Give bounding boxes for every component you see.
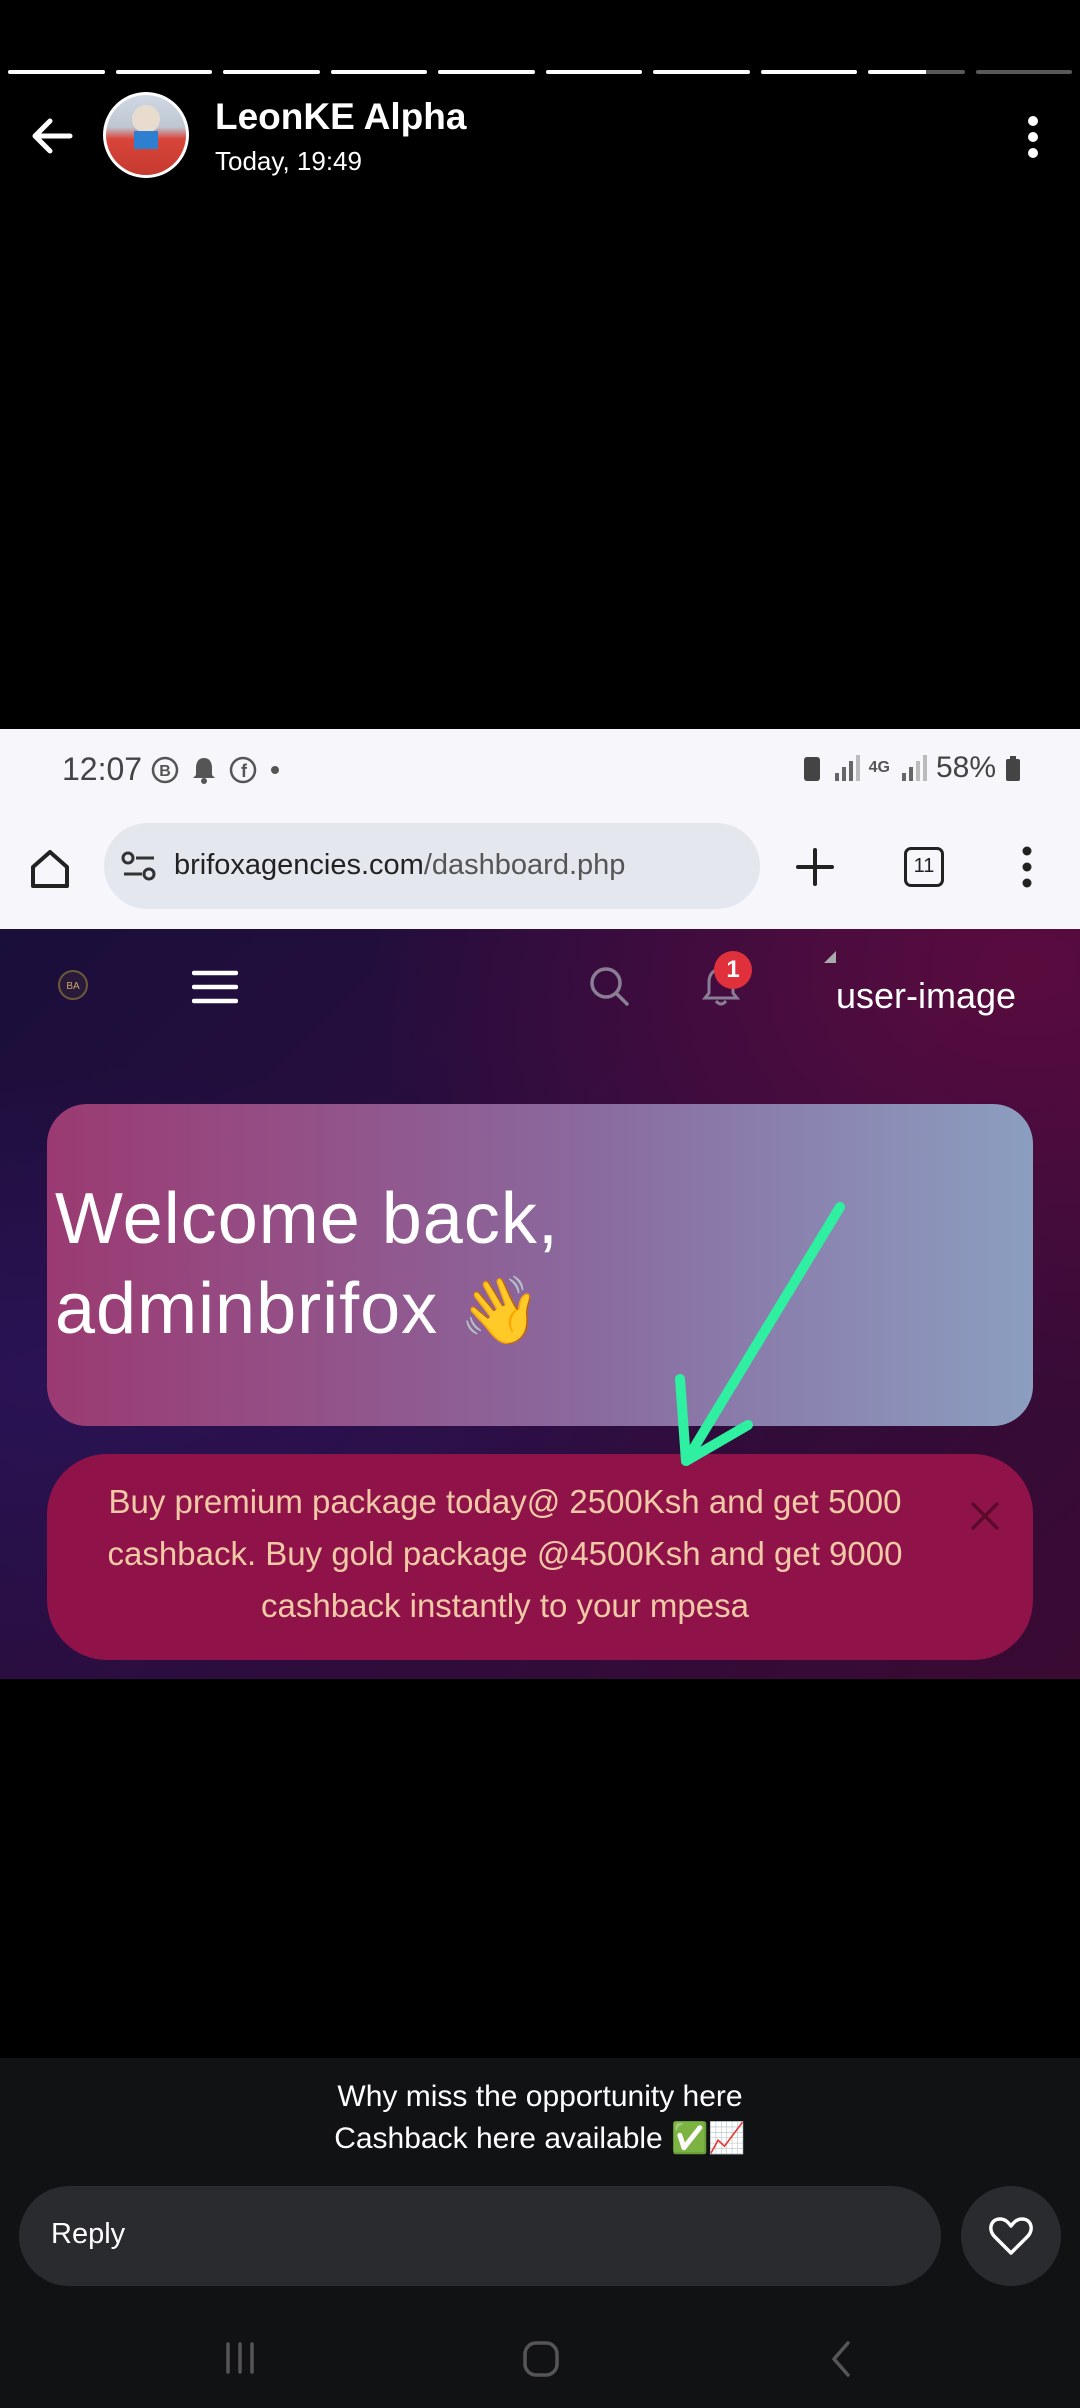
status-time: 12:07 — [62, 751, 143, 787]
author-avatar[interactable] — [103, 92, 189, 178]
story-progress-fill — [115, 70, 212, 74]
story-progress-fill — [653, 70, 750, 74]
story-progress-segment — [545, 70, 642, 74]
url-domain: brifoxagencies.com — [174, 849, 424, 881]
welcome-username: adminbrifox — [55, 1269, 439, 1349]
like-button[interactable] — [961, 2186, 1061, 2286]
heart-icon — [989, 2217, 1033, 2255]
story-progress-fill — [330, 70, 427, 74]
story-progress-fill — [223, 70, 320, 74]
new-tab-button[interactable] — [795, 847, 835, 892]
recents-button[interactable] — [222, 2340, 258, 2381]
home-button[interactable] — [28, 847, 72, 896]
dashboard-page: BA 1 user-image Welcome back, adminbrifo… — [0, 929, 1080, 1679]
back-nav-button[interactable] — [826, 2340, 856, 2383]
status-bar: 12:07 B f 4G 58% — [0, 729, 1080, 809]
story-progress-fill — [868, 70, 926, 74]
story-progress-segment — [760, 70, 857, 74]
notification-badge: 1 — [714, 951, 752, 989]
arrow-left-icon — [32, 118, 73, 154]
tab-count: 11 — [913, 855, 935, 877]
promo-text: Buy premium package today@ 2500Ksh and g… — [107, 1483, 903, 1624]
bell-icon — [193, 758, 215, 784]
search-icon — [590, 967, 629, 1006]
story-progress-bar — [8, 70, 1072, 74]
close-icon — [971, 1502, 999, 1530]
story-progress-segment — [975, 70, 1072, 74]
story-progress-segment — [868, 70, 965, 74]
search-button[interactable] — [588, 965, 630, 1012]
url-text: brifoxagencies.com/dashboard.php — [174, 849, 625, 882]
home-icon — [31, 850, 69, 888]
welcome-card: Welcome back, adminbrifox 👋 — [47, 1104, 1033, 1426]
url-path: /dashboard.php — [423, 849, 626, 881]
address-bar[interactable]: brifoxagencies.com/dashboard.php — [104, 823, 760, 909]
caption-line-1: Why miss the opportunity here — [337, 2080, 743, 2113]
hamburger-icon — [191, 970, 239, 1004]
story-media-screenshot: 12:07 B f 4G 58% brifoxagencies.com/dash… — [0, 729, 1080, 1679]
story-progress-segment — [330, 70, 427, 74]
recents-icon — [226, 2342, 254, 2374]
reply-placeholder: Reply — [51, 2218, 126, 2250]
story-timestamp: Today, 19:49 — [215, 146, 362, 176]
promo-alert: Buy premium package today@ 2500Ksh and g… — [47, 1454, 1033, 1660]
svg-text:B: B — [159, 763, 171, 780]
promo-close-button[interactable] — [963, 1494, 1007, 1538]
story-progress-segment — [8, 70, 105, 74]
wave-emoji: 👋 — [459, 1273, 543, 1347]
signal-2-icon — [901, 755, 927, 781]
story-progress-segment — [653, 70, 750, 74]
story-progress-segment — [438, 70, 535, 74]
home-circle-icon — [523, 2341, 559, 2377]
dot-icon — [271, 766, 279, 774]
annotation-arrow-icon — [675, 1202, 845, 1466]
more-vert-icon — [1022, 846, 1032, 888]
broken-image-icon — [824, 951, 836, 963]
chevron-left-icon — [832, 2341, 850, 2377]
battery-icon — [1006, 756, 1020, 781]
svg-text:f: f — [241, 761, 248, 781]
home-nav-button[interactable] — [522, 2340, 560, 2383]
story-progress-segment — [115, 70, 212, 74]
story-progress-fill — [438, 70, 535, 74]
story-progress-segment — [223, 70, 320, 74]
facebook-icon: f — [229, 756, 257, 784]
browser-toolbar: brifoxagencies.com/dashboard.php 11 — [0, 809, 1080, 929]
network-type: 4G — [868, 759, 890, 776]
notifications-button[interactable]: 1 — [698, 951, 752, 1014]
caption-line-2: Cashback here available ✅📈 — [334, 2122, 746, 2155]
reply-input[interactable]: Reply — [19, 2186, 941, 2286]
signal-icon — [834, 755, 860, 781]
battery-percent: 58% — [935, 751, 996, 784]
user-image[interactable]: user-image — [836, 975, 1016, 1017]
back-button[interactable] — [22, 106, 82, 166]
more-vert-icon — [1028, 116, 1038, 158]
b-badge-icon: B — [151, 756, 179, 784]
svg-text:BA: BA — [66, 981, 80, 992]
story-progress-fill — [545, 70, 642, 74]
story-progress-fill — [760, 70, 857, 74]
notification-count: 1 — [726, 956, 740, 983]
site-settings-icon — [121, 851, 156, 881]
plus-icon — [796, 848, 834, 886]
author-name[interactable]: LeonKE Alpha — [215, 96, 466, 138]
browser-menu-button[interactable] — [1014, 843, 1040, 896]
site-logo-icon[interactable]: BA — [55, 967, 91, 1003]
story-menu-button[interactable] — [1018, 112, 1048, 162]
welcome-line-1: Welcome back, — [55, 1179, 559, 1259]
system-nav-bar — [0, 2310, 1080, 2408]
story-progress-fill — [8, 70, 105, 74]
battery-saver-icon — [803, 757, 820, 781]
tab-switcher-button[interactable]: 11 — [904, 847, 944, 887]
hamburger-menu-button[interactable] — [191, 969, 239, 1010]
